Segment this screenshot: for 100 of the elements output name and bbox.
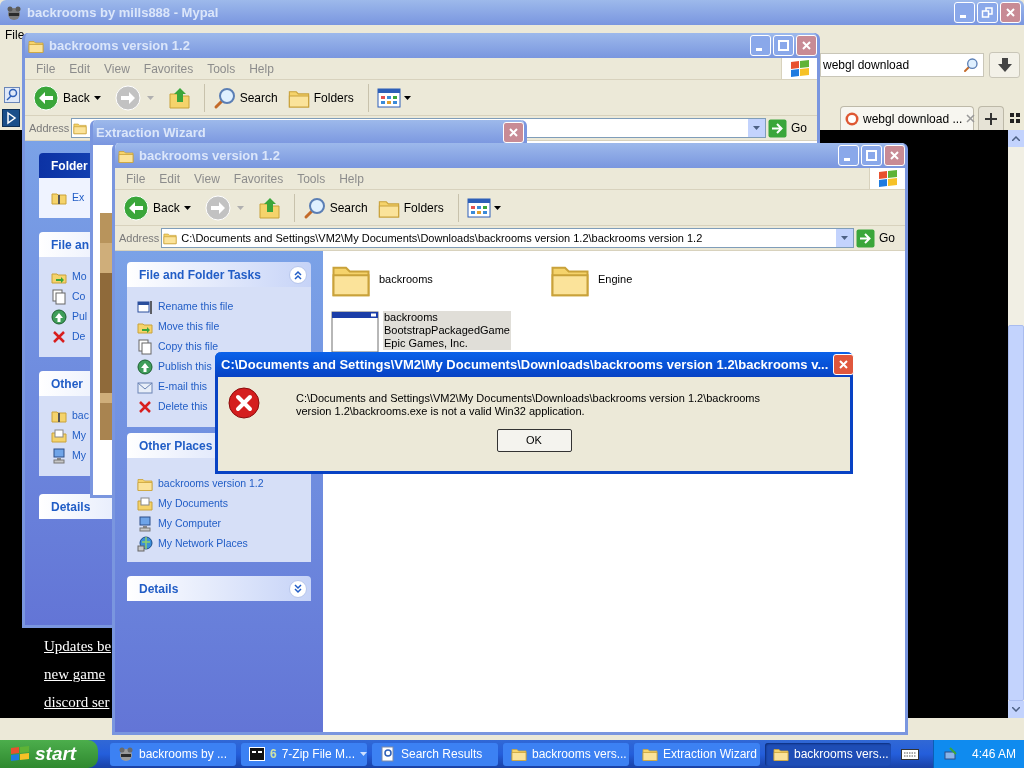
- taskbar-button[interactable]: Search Results: [372, 742, 498, 766]
- file-label[interactable]: backrooms BootstrapPackagedGame Epic Games, Inc.: [383, 311, 511, 350]
- minimize-button[interactable]: [838, 145, 859, 166]
- task-link[interactable]: My Computer: [137, 514, 221, 534]
- search-button[interactable]: Search: [212, 85, 284, 110]
- go-button[interactable]: Go: [856, 228, 899, 248]
- taskbar-button[interactable]: Extraction Wizard: [634, 742, 760, 766]
- close-icon: [966, 114, 976, 123]
- chevron-icon: [293, 269, 303, 280]
- task-link[interactable]: Delete this: [137, 397, 208, 417]
- task-link[interactable]: My: [51, 426, 86, 446]
- panel-title: Other: [51, 375, 83, 393]
- panel-title: File an: [51, 236, 89, 254]
- go-button[interactable]: Go: [768, 118, 811, 138]
- search-field[interactable]: webgl download: [820, 53, 984, 77]
- download-button[interactable]: [989, 52, 1020, 78]
- task-link[interactable]: My Network Places: [137, 534, 248, 554]
- program-icon: [331, 311, 379, 353]
- grid-icon: [1010, 113, 1020, 123]
- close-button[interactable]: [503, 122, 524, 143]
- menu-item[interactable]: File: [5, 26, 25, 44]
- menu-item[interactable]: Favorites: [226, 169, 291, 188]
- maximize-button[interactable]: [861, 145, 882, 166]
- taskbar-button[interactable]: 6 7-Zip File M...: [241, 742, 367, 766]
- close-button[interactable]: [833, 354, 855, 375]
- task-link[interactable]: My: [51, 446, 86, 466]
- folders-button[interactable]: Folders: [287, 86, 360, 109]
- ok-button[interactable]: OK: [496, 429, 572, 452]
- scroll-down-button[interactable]: [1008, 701, 1024, 718]
- views-button[interactable]: [376, 87, 411, 108]
- menu-item[interactable]: Edit: [152, 169, 188, 188]
- menu-item[interactable]: Edit: [62, 59, 98, 78]
- views-button[interactable]: [466, 197, 501, 218]
- start-button[interactable]: start: [0, 740, 98, 768]
- windows-flag-icon: [876, 168, 899, 189]
- task-link[interactable]: bac: [51, 406, 89, 426]
- collapse-button[interactable]: [289, 265, 307, 284]
- taskbar-button[interactable]: backrooms vers...: [503, 742, 629, 766]
- folder-icon: [51, 408, 67, 424]
- expand-button[interactable]: [289, 579, 307, 598]
- close-button[interactable]: [1000, 2, 1021, 23]
- address-value: C:\Documents and Settings\VM2\My Documents\Downloads\backrooms version 1.2\backrooms version 1.2: [181, 230, 704, 246]
- task-link[interactable]: Publish this: [137, 357, 212, 377]
- menu-item[interactable]: View: [187, 169, 227, 188]
- close-button[interactable]: [796, 35, 817, 56]
- back-button[interactable]: Back: [33, 84, 105, 111]
- folder-up-icon: [167, 85, 192, 110]
- task-link[interactable]: Copy this file: [137, 337, 219, 357]
- menu-item[interactable]: File: [29, 59, 63, 78]
- search-button[interactable]: Search: [302, 195, 374, 220]
- task-link[interactable]: Mo: [51, 267, 87, 287]
- folder-item[interactable]: Engine: [550, 259, 769, 299]
- task-link[interactable]: E-mail this: [137, 377, 207, 397]
- chevron-icon: [293, 583, 303, 594]
- maximize-button[interactable]: [773, 35, 794, 56]
- menu-item[interactable]: View: [97, 59, 137, 78]
- page-link[interactable]: new game: [44, 664, 106, 684]
- close-button[interactable]: [884, 145, 905, 166]
- dropdown-button[interactable]: [748, 119, 765, 137]
- plus-icon: [985, 112, 997, 125]
- folder-icon: [773, 746, 789, 762]
- taskbar-button[interactable]: backrooms by ...: [110, 742, 236, 766]
- caret-icon: [236, 205, 244, 210]
- minimize-button[interactable]: [954, 2, 975, 23]
- task-link[interactable]: backrooms version 1.2: [137, 474, 264, 494]
- menu-item[interactable]: Favorites: [136, 59, 201, 78]
- dropdown-button[interactable]: [836, 229, 853, 247]
- page-link[interactable]: Updates be: [44, 636, 112, 656]
- panel-title: File and Folder Tasks: [139, 266, 261, 284]
- task-link[interactable]: Rename this file: [137, 297, 234, 317]
- close-icon: [888, 149, 901, 162]
- task-link[interactable]: De: [51, 327, 86, 347]
- menu-item[interactable]: Help: [332, 169, 371, 188]
- task-link[interactable]: Ex: [51, 188, 85, 208]
- task-link[interactable]: My Documents: [137, 494, 229, 514]
- folders-button[interactable]: Folders: [377, 196, 450, 219]
- taskbar-button[interactable]: backrooms vers...: [765, 742, 891, 766]
- scroll-up-button[interactable]: [1008, 130, 1024, 147]
- scroll-thumb[interactable]: [1008, 325, 1024, 701]
- browser-tab[interactable]: webgl download ...: [840, 106, 974, 130]
- menu-item[interactable]: Help: [242, 59, 281, 78]
- back-button[interactable]: Back: [123, 194, 195, 221]
- window-icon: [137, 299, 153, 315]
- menu-item[interactable]: Tools: [290, 169, 333, 188]
- menu-item[interactable]: File: [119, 169, 153, 188]
- minimize-button[interactable]: [750, 35, 771, 56]
- folder-item[interactable]: backrooms: [331, 259, 550, 299]
- menu-item[interactable]: Tools: [200, 59, 243, 78]
- new-tab-button[interactable]: [978, 106, 1004, 130]
- address-field[interactable]: C:\Documents and Settings\VM2\My Documents\Downloads\backrooms version 1.2\backrooms version 1.2: [161, 228, 854, 248]
- clock: 4:46 AM: [972, 746, 1017, 763]
- computer-icon: [51, 448, 67, 464]
- page-link[interactable]: discord ser: [44, 692, 110, 712]
- task-link[interactable]: Move this file: [137, 317, 220, 337]
- folder-icon: [642, 746, 658, 762]
- restore-button[interactable]: [977, 2, 998, 23]
- panel-title: Other Places: [139, 437, 213, 455]
- task-link[interactable]: Pul: [51, 307, 88, 327]
- pages-icon: [137, 339, 153, 355]
- task-link[interactable]: Co: [51, 287, 86, 307]
